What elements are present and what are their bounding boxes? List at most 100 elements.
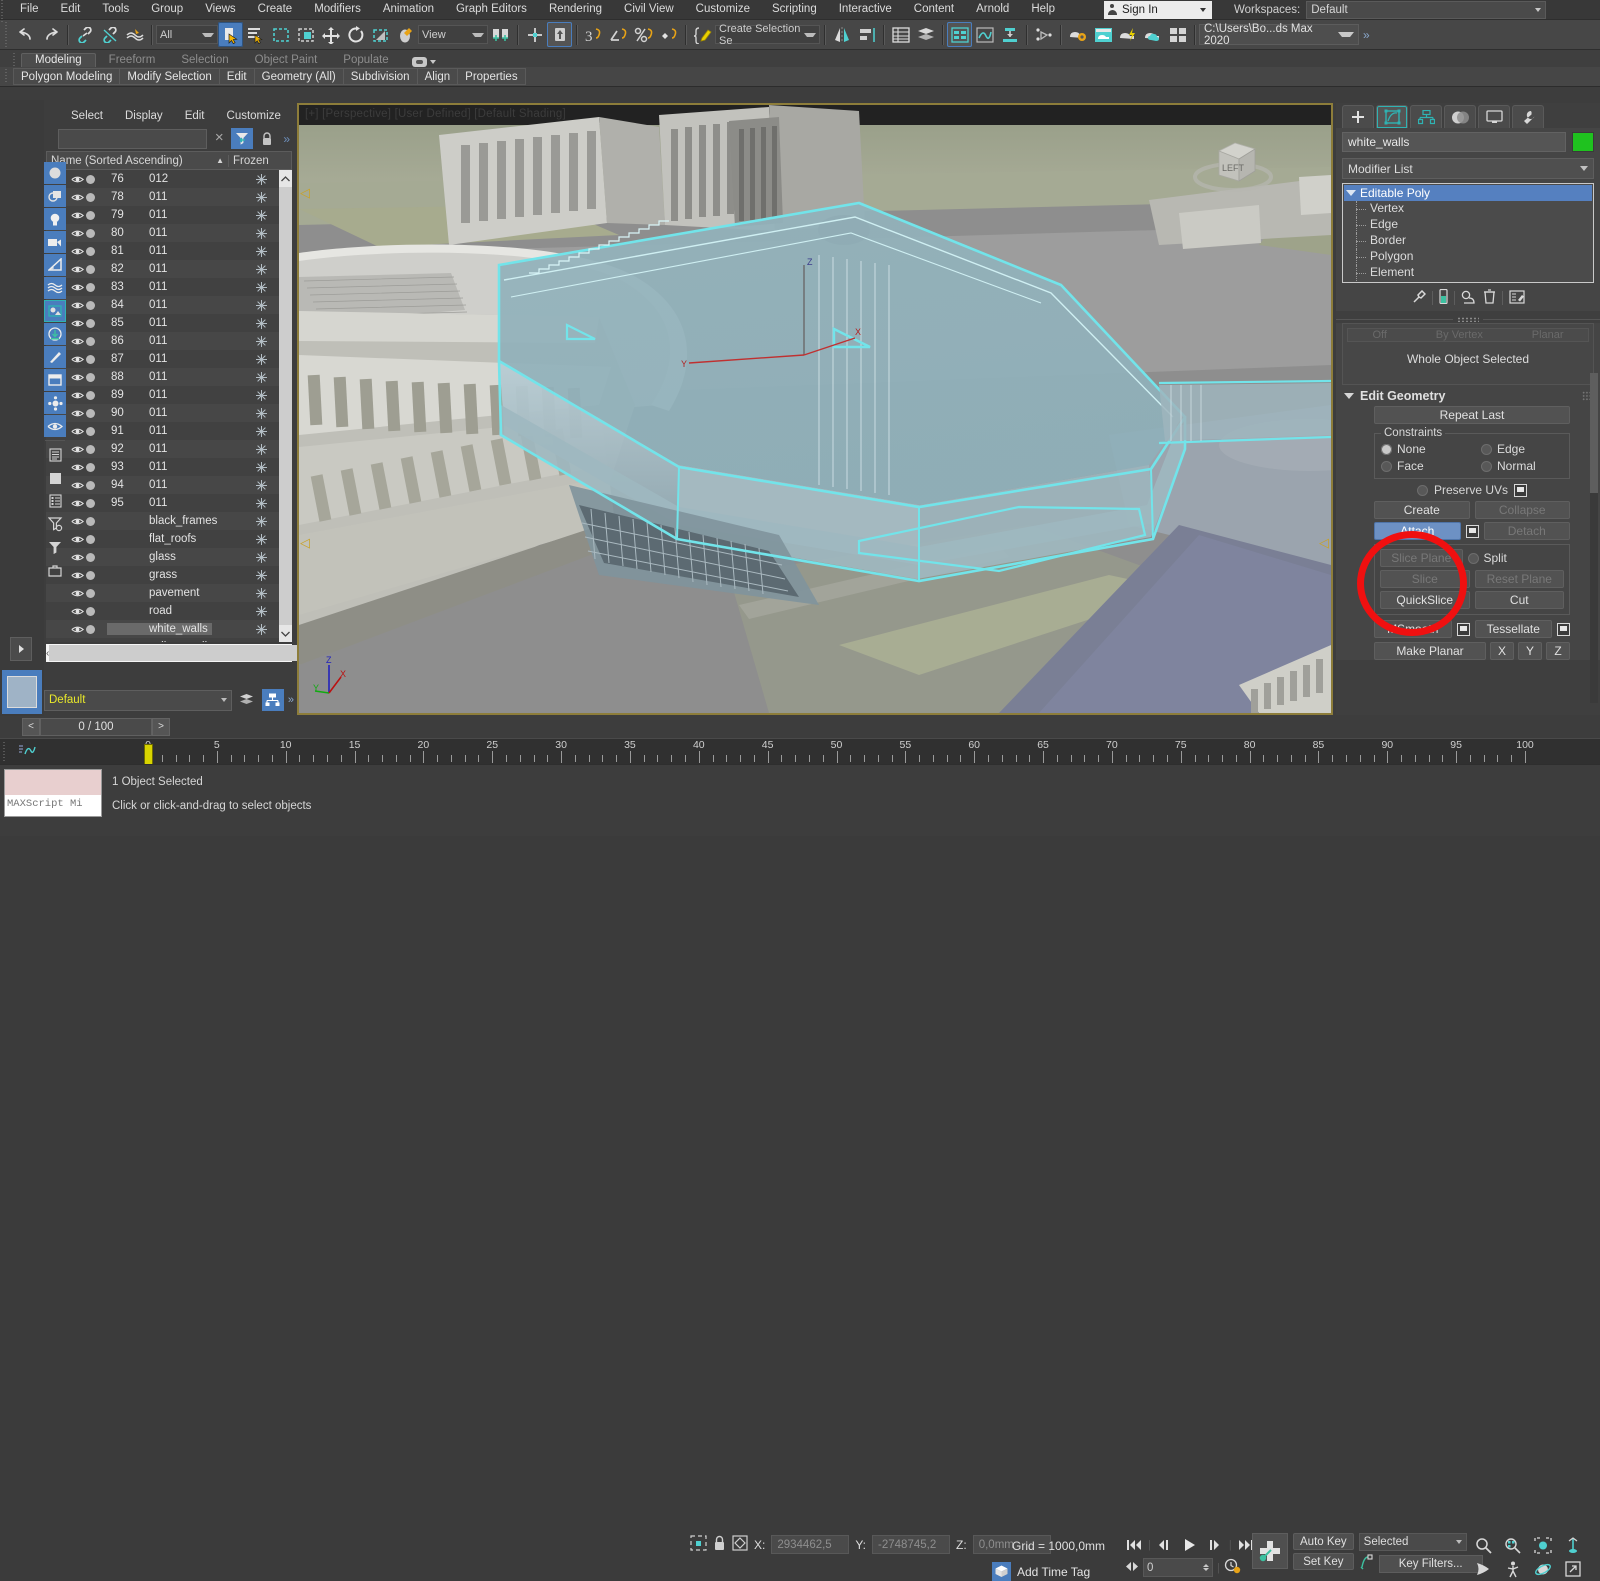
tab-utilities[interactable] [1512, 105, 1544, 128]
slice-plane-button[interactable]: Slice Plane [1380, 549, 1463, 567]
object-color-swatch[interactable] [1572, 132, 1594, 152]
collapse-triangle-icon[interactable] [1344, 393, 1354, 399]
explorer-menu-display[interactable]: Display [114, 109, 174, 123]
expand-left-panel-button[interactable] [10, 637, 32, 661]
key-mode-select[interactable]: Selected [1359, 1533, 1467, 1551]
render-toggle-dot-icon[interactable] [86, 175, 95, 184]
ribbon-panel-subdivision[interactable]: Subdivision [343, 68, 418, 85]
menu-item-tools[interactable]: Tools [91, 0, 140, 19]
project-path-select[interactable]: C:\Users\Bo...ds Max 2020 [1199, 24, 1359, 45]
table-row[interactable]: 92011 [46, 440, 292, 458]
cut-off-option-off[interactable]: Off [1372, 329, 1386, 341]
scene-explorer-icon[interactable] [913, 22, 938, 47]
explorer-menu-customize[interactable]: Customize [216, 109, 292, 123]
msmooth-button[interactable]: MSmooth [1374, 620, 1452, 638]
ribbon-panel-modify-selection[interactable]: Modify Selection [119, 68, 219, 85]
make-planar-button[interactable]: Make Planar [1374, 642, 1486, 660]
window-crossing-icon[interactable] [293, 22, 318, 47]
edit-geometry-rollout-header[interactable]: Edit Geometry [1342, 385, 1594, 406]
ribbon-tab-selection[interactable]: Selection [168, 53, 241, 67]
select-and-rotate-icon[interactable] [343, 22, 368, 47]
visibility-eye-icon[interactable] [70, 193, 85, 202]
configure-modifier-sets-icon[interactable] [1509, 290, 1525, 307]
table-row[interactable]: pavement [46, 584, 292, 602]
command-panel-scroll-thumb[interactable] [1590, 373, 1598, 493]
3d-snap-toggle-icon[interactable]: 3 [581, 22, 606, 47]
toggle-scene-explorer-icon[interactable] [947, 22, 972, 47]
visibility-eye-icon[interactable] [70, 463, 85, 472]
layerbar-overflow-icon[interactable]: » [288, 694, 294, 706]
split-checkbox[interactable] [1468, 553, 1479, 564]
viewport-right-arrow-icon[interactable]: ◁ [1319, 535, 1329, 551]
explorer-horizontal-scrollbar[interactable]: ‹ › [46, 644, 292, 662]
visibility-eye-icon[interactable] [70, 535, 85, 544]
column-header-frozen[interactable]: Frozen [229, 155, 291, 167]
msmooth-settings-icon[interactable] [1457, 623, 1470, 636]
ribbon-panel-align[interactable]: Align [417, 68, 459, 85]
search-input[interactable] [58, 129, 207, 149]
ribbon-tab-populate[interactable]: Populate [330, 53, 401, 67]
visibility-eye-icon[interactable] [70, 517, 85, 526]
render-toggle-dot-icon[interactable] [86, 481, 95, 490]
select-and-link-icon[interactable] [72, 22, 97, 47]
explorer-scroll-thumb[interactable] [279, 187, 292, 627]
mirror-icon[interactable] [829, 22, 854, 47]
spinner-snap-toggle-icon[interactable] [656, 22, 681, 47]
particle-view-icon[interactable] [1031, 22, 1056, 47]
visibility-eye-icon[interactable] [70, 211, 85, 220]
render-in-cloud-icon[interactable] [1140, 22, 1165, 47]
render-toggle-dot-icon[interactable] [86, 265, 95, 274]
table-row[interactable]: 85011 [46, 314, 292, 332]
render-toggle-dot-icon[interactable] [86, 553, 95, 562]
current-layer-select[interactable]: Default [44, 690, 232, 711]
attach-button[interactable]: Attach [1374, 522, 1461, 540]
layer-explorer-icon[interactable] [888, 22, 913, 47]
schematic-view-icon[interactable] [997, 22, 1022, 47]
visibility-eye-icon[interactable] [70, 445, 85, 454]
render-toggle-dot-icon[interactable] [86, 391, 95, 400]
set-keys-button[interactable] [1252, 1533, 1288, 1569]
render-toggle-dot-icon[interactable] [86, 589, 95, 598]
filter-xrefs-icon[interactable] [44, 323, 66, 345]
selection-lock-icon[interactable] [713, 1535, 726, 1554]
sublevel-element[interactable]: Element [1344, 265, 1592, 281]
table-row[interactable]: 95011 [46, 494, 292, 512]
orbit-icon[interactable] [1528, 1557, 1558, 1581]
table-row[interactable]: 79011 [46, 206, 292, 224]
table-row[interactable]: 76012 [46, 170, 292, 188]
visibility-eye-icon[interactable] [70, 373, 85, 382]
ribbon-panel-properties[interactable]: Properties [457, 68, 525, 85]
ribbon-tab-freeform[interactable]: Freeform [96, 53, 169, 67]
column-header-name[interactable]: Name (Sorted Ascending) ▲ [47, 155, 229, 167]
select-and-place-icon[interactable] [393, 22, 418, 47]
workspace-select[interactable]: Default [1306, 1, 1546, 19]
apply-filter-icon[interactable] [44, 536, 66, 558]
object-name-input[interactable]: white_walls [1342, 132, 1566, 152]
command-panel-scrollbar[interactable] [1590, 373, 1598, 703]
table-row[interactable]: 94011 [46, 476, 292, 494]
render-setup-icon[interactable] [1065, 22, 1090, 47]
select-and-move-icon[interactable] [318, 22, 343, 47]
preserve-uvs-settings-icon[interactable] [1514, 484, 1527, 497]
open-material-editor-icon[interactable] [1165, 22, 1190, 47]
sublevel-polygon[interactable]: Polygon [1344, 249, 1592, 265]
filter-visibility-icon[interactable] [44, 415, 66, 437]
align-icon[interactable] [854, 22, 879, 47]
menu-item-animation[interactable]: Animation [372, 0, 445, 19]
named-selection-set-input[interactable]: Create Selection Se [715, 25, 820, 44]
selection-filter-select[interactable]: All [156, 25, 218, 44]
tab-motion[interactable] [1444, 105, 1476, 128]
tessellate-settings-icon[interactable] [1557, 623, 1570, 636]
visibility-eye-icon[interactable] [70, 481, 85, 490]
detach-button[interactable]: Detach [1484, 522, 1571, 540]
menu-item-help[interactable]: Help [1020, 0, 1066, 19]
set-key-button[interactable]: Set Key [1293, 1553, 1354, 1570]
curve-editor-icon[interactable] [972, 22, 997, 47]
rollout-divider[interactable] [1336, 315, 1600, 323]
tessellate-button[interactable]: Tessellate [1475, 620, 1553, 638]
tab-hierarchy[interactable] [1410, 105, 1442, 128]
visibility-eye-icon[interactable] [70, 409, 85, 418]
normal-align-icon[interactable] [547, 22, 572, 47]
selection-lock-region-icon[interactable] [690, 1535, 707, 1554]
zoom-all-icon[interactable] [1498, 1533, 1528, 1557]
